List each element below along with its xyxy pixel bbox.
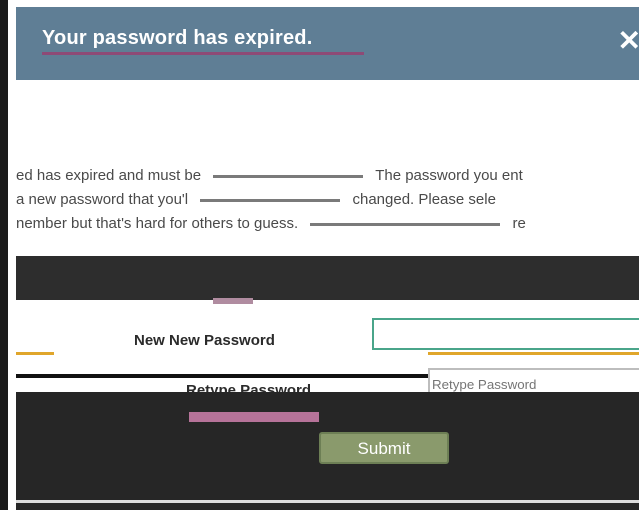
new-password-row: New New Password (16, 314, 639, 355)
message-line-3-left: nember but that's hard for others to gue… (16, 215, 299, 232)
redacted-gap (200, 198, 341, 202)
message-line-1-left: ed has expired and must be (16, 167, 202, 184)
message-line-2: a new password that you'l changed. Pleas… (16, 188, 639, 212)
password-expired-dialog: Your password has expired. ✕ ed has expi… (0, 0, 639, 510)
bottom-rule (16, 500, 639, 503)
message-line-2-right: changed. Please sele (352, 191, 496, 208)
message-line-3: nember but that's hard for others to gue… (16, 212, 639, 236)
submit-button[interactable]: Submit (319, 432, 449, 464)
close-icon[interactable]: ✕ (618, 27, 639, 55)
redacted-gap (213, 174, 364, 178)
new-password-label: New New Password (134, 332, 275, 349)
message-line-3-right: re (512, 215, 526, 232)
title-underline (42, 52, 364, 55)
password-form: New New Password Retype Password (16, 304, 639, 400)
separator-band (16, 256, 639, 300)
retype-password-row: Retype Password (16, 360, 639, 400)
message-line-1: ed has expired and must be The password … (16, 164, 639, 188)
message-line-1-right: The password you ent (375, 167, 523, 184)
orange-accent (428, 352, 639, 355)
expired-message: ed has expired and must be The password … (16, 164, 639, 236)
dialog-title: Your password has expired. (42, 27, 313, 49)
footer-accent (189, 412, 319, 422)
new-password-input[interactable] (372, 318, 639, 350)
orange-accent (16, 352, 54, 355)
redacted-gap (310, 222, 501, 226)
dialog-footer: Submit (16, 392, 639, 510)
dialog-header: Your password has expired. ✕ (16, 7, 639, 80)
message-line-2-left: a new password that you'l (16, 191, 189, 208)
